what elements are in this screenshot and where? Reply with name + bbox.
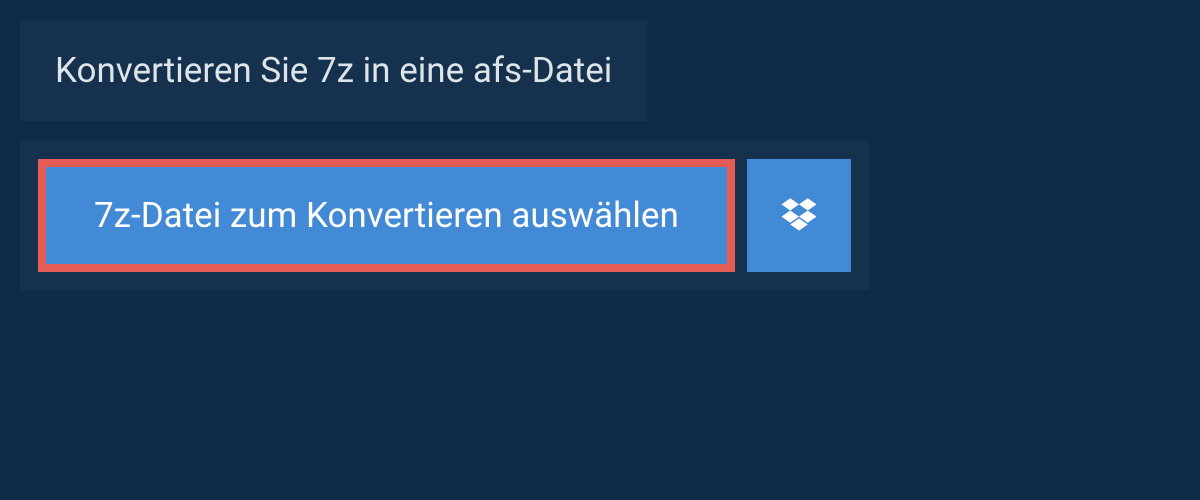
- upload-panel: 7z-Datei zum Konvertieren auswählen: [20, 141, 869, 290]
- select-file-button[interactable]: 7z-Datei zum Konvertieren auswählen: [38, 159, 735, 272]
- select-file-label: 7z-Datei zum Konvertieren auswählen: [94, 195, 679, 236]
- dropbox-icon: [778, 193, 820, 239]
- dropbox-button[interactable]: [747, 159, 851, 272]
- header-panel: Konvertieren Sie 7z in eine afs-Datei: [20, 20, 647, 121]
- page-title: Konvertieren Sie 7z in eine afs-Datei: [55, 50, 612, 91]
